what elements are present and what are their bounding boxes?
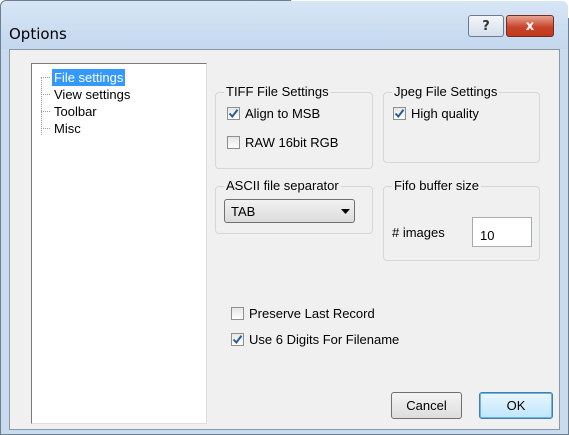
fifo-buffer-group: Fifo buffer size # images	[383, 178, 540, 261]
separator-select[interactable]: TAB	[224, 199, 355, 223]
ok-button-label: OK	[506, 398, 526, 413]
checkbox-box[interactable]	[231, 333, 244, 346]
jpeg-settings-group: Jpeg File Settings High quality	[383, 84, 540, 163]
checkbox-box[interactable]	[227, 136, 240, 149]
align-msb-checkbox[interactable]: Align to MSB	[227, 106, 320, 121]
high-quality-checkbox[interactable]: High quality	[393, 106, 479, 121]
cancel-button-label: Cancel	[406, 398, 447, 413]
tiff-settings-group: TIFF File Settings Align to MSB RAW 16bi…	[215, 84, 373, 169]
tree-item-label: Misc	[54, 121, 81, 136]
checkmark-icon	[228, 109, 239, 119]
title-bar[interactable]: Options ? x	[1, 1, 568, 49]
tree-item-toolbar[interactable]: Toolbar	[41, 103, 99, 120]
chevron-down-icon	[336, 208, 354, 214]
images-label: # images	[392, 225, 445, 240]
tree-dash	[41, 77, 50, 78]
fifo-buffer-title: Fifo buffer size	[392, 178, 482, 194]
ascii-separator-group: ASCII file separator TAB	[215, 178, 373, 234]
preserve-last-record-label: Preserve Last Record	[249, 306, 375, 321]
window-title: Options	[9, 25, 67, 43]
checkbox-box[interactable]	[393, 107, 406, 120]
checkbox-box[interactable]	[227, 107, 240, 120]
options-dialog: Options ? x File settings View settings …	[0, 0, 569, 435]
settings-tree[interactable]: File settings View settings Toolbar Misc	[31, 63, 207, 424]
tree-item-view-settings[interactable]: View settings	[41, 86, 132, 103]
six-digits-label: Use 6 Digits For Filename	[249, 332, 400, 347]
checkmark-icon	[232, 335, 243, 345]
help-icon: ?	[482, 18, 490, 34]
tree-item-label: Toolbar	[54, 104, 97, 119]
tree-item-label: File settings	[52, 69, 126, 86]
ok-button[interactable]: OK	[479, 392, 553, 419]
close-icon: x	[525, 18, 535, 34]
tree-dash	[41, 111, 50, 112]
raw-16bit-label: RAW 16bit RGB	[245, 135, 339, 150]
tree-item-misc[interactable]: Misc	[41, 120, 83, 137]
help-button[interactable]: ?	[468, 15, 504, 37]
tree-dash	[41, 94, 50, 95]
tiff-settings-title: TIFF File Settings	[224, 84, 331, 100]
jpeg-settings-title: Jpeg File Settings	[392, 84, 500, 100]
preserve-last-record-checkbox[interactable]: Preserve Last Record	[231, 306, 375, 321]
checkbox-box[interactable]	[231, 307, 244, 320]
align-msb-label: Align to MSB	[245, 106, 321, 121]
ascii-separator-title: ASCII file separator	[224, 178, 341, 194]
raw-16bit-checkbox[interactable]: RAW 16bit RGB	[227, 135, 338, 150]
high-quality-label: High quality	[411, 106, 479, 121]
images-input[interactable]	[472, 217, 532, 247]
tree-dash	[41, 128, 50, 129]
tree-item-label: View settings	[54, 87, 131, 102]
close-button[interactable]: x	[506, 15, 554, 37]
cancel-button[interactable]: Cancel	[391, 392, 462, 419]
six-digits-checkbox[interactable]: Use 6 Digits For Filename	[231, 332, 399, 347]
separator-value: TAB	[231, 203, 256, 219]
checkmark-icon	[394, 109, 405, 119]
tree-item-file-settings[interactable]: File settings	[41, 69, 126, 86]
dialog-body: File settings View settings Toolbar Misc…	[9, 49, 560, 430]
